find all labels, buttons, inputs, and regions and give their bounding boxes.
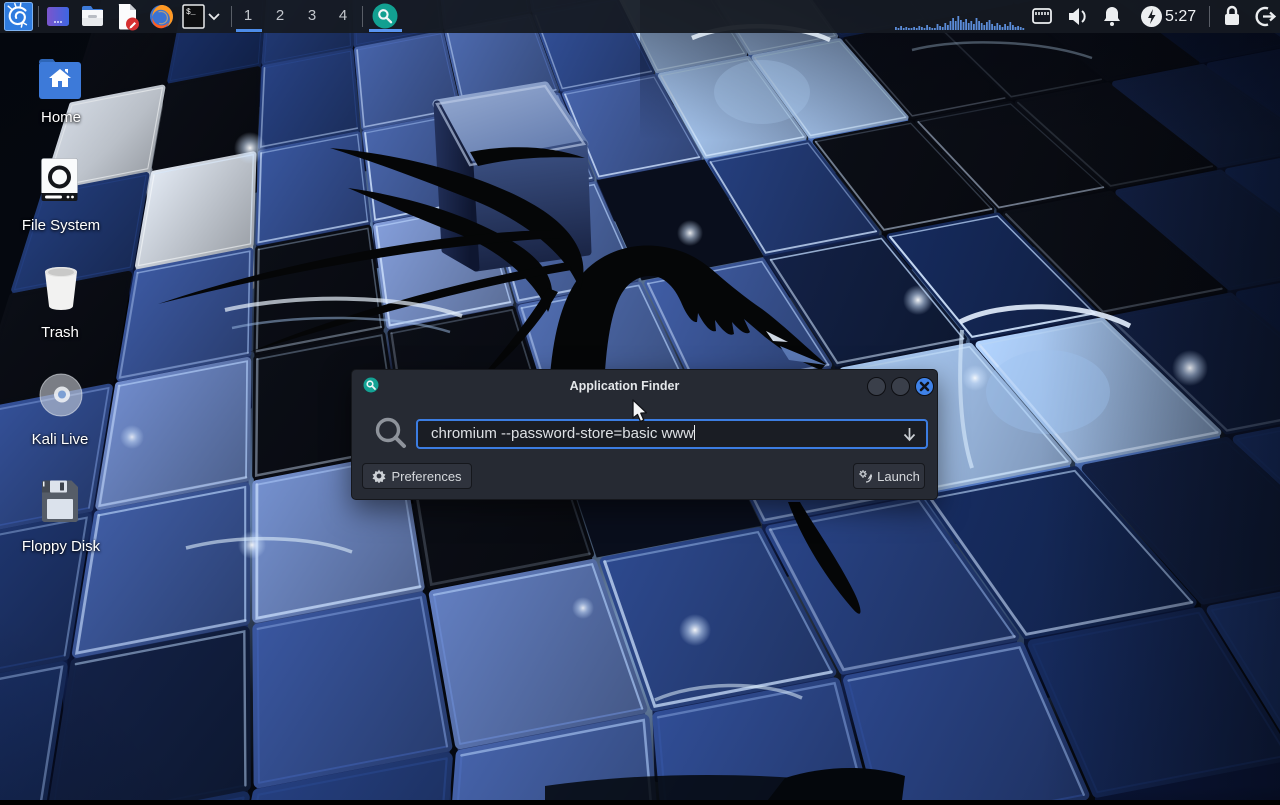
svg-text:$_: $_ <box>186 8 196 17</box>
